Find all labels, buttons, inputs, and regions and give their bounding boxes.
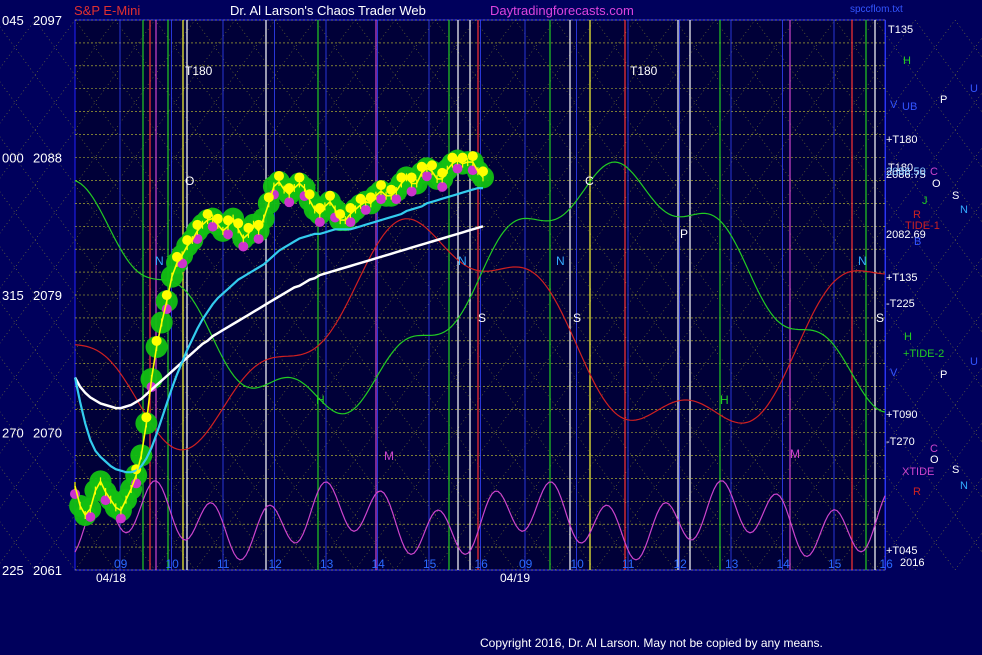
cycle-label: N (155, 254, 164, 268)
right-cycle-label: O (930, 454, 939, 466)
right-cycle-label: XTIDE (902, 466, 934, 478)
cycle-label: T180 (185, 64, 213, 78)
cycle-label: O (185, 174, 194, 188)
low-marker-dot (238, 241, 249, 252)
y-tick-price: 2079 (33, 288, 62, 303)
x-hour-label: 09 (519, 557, 533, 571)
right-cycle-label: +T090 (886, 409, 918, 421)
x-hour-label: 15 (423, 557, 437, 571)
chart-canvas: T180 T180O CPN N N NS S SH HM M S&P E-Mini Dr. Al… (0, 0, 982, 650)
right-cycle-label: -T270 (886, 436, 915, 448)
y-tick-code: 000 (2, 151, 24, 166)
cycle-label: N (556, 254, 565, 268)
right-cycle-label: U (970, 356, 978, 368)
y-tick-code: 315 (2, 288, 24, 303)
low-marker-dot (360, 204, 371, 215)
low-marker-dot (437, 181, 448, 192)
y-tick-price: 2061 (33, 563, 62, 578)
y-tick-price: 2070 (33, 426, 62, 441)
x-hour-label: 13 (725, 557, 739, 571)
low-marker-dot (391, 194, 402, 205)
cycle-label: C (585, 174, 594, 188)
cycle-label: H (316, 393, 325, 407)
low-marker-dot (192, 233, 203, 244)
x-hour-label: 10 (571, 557, 585, 571)
copyright-notice: Copyright 2016, Dr. Al Larson. May not b… (480, 636, 823, 650)
cycle-label: N (858, 254, 867, 268)
x-hour-label: 12 (269, 557, 283, 571)
right-cycle-label: +T045 (886, 545, 918, 557)
low-marker-dot (406, 186, 417, 197)
x-hour-label: 16 (880, 557, 894, 571)
right-cycle-label: S (952, 464, 959, 476)
cycle-label: H (720, 393, 729, 407)
x-hour-label: 11 (217, 557, 230, 571)
right-cycle-label: S (952, 190, 959, 202)
right-cycle-label: C (930, 166, 938, 178)
right-cycle-label: -T225 (886, 298, 915, 310)
y-tick-code: 270 (2, 426, 24, 441)
chart-window: T180 T180 O C P N N N N S S S H H M M S&P E-Mini Dr. Al… (0, 0, 982, 650)
right-cycle-label: P (940, 369, 947, 381)
low-marker-dot (421, 171, 432, 182)
low-marker-dot (452, 163, 463, 174)
right-cycle-label: +T180 (886, 134, 918, 146)
cycle-label: P (680, 227, 688, 241)
site-link[interactable]: Daytradingforecasts.com (490, 3, 634, 18)
x-date-label: 04/18 (96, 571, 126, 585)
right-cycle-label: N (960, 204, 968, 216)
right-cycle-label: +T135 (886, 272, 918, 284)
x-hour-label: 10 (166, 557, 180, 571)
cycle-label: S (478, 311, 486, 325)
right-cycle-label: N (960, 480, 968, 492)
x-hour-label: 09 (114, 557, 128, 571)
cycle-label: N (458, 254, 467, 268)
x-hour-label: 13 (320, 557, 334, 571)
right-cycle-label: O (932, 178, 941, 190)
y-tick-code: 225 (2, 563, 24, 578)
x-date-label: 04/19 (500, 571, 530, 585)
cycle-label: S (573, 311, 581, 325)
x-hour-label: 12 (674, 557, 688, 571)
right-cycle-label: 2086.50 (886, 166, 926, 178)
cycle-label: M (790, 447, 800, 461)
right-cycle-label: T135 (888, 24, 913, 36)
right-cycle-label: P (940, 94, 947, 106)
cycle-label: S (876, 311, 884, 325)
instrument-label: S&P E-Mini (74, 3, 140, 18)
low-marker-dot (467, 165, 478, 176)
low-marker-dot (115, 513, 126, 524)
x-hour-label: 15 (828, 557, 842, 571)
right-cycle-label: H (903, 55, 911, 67)
low-marker-dot (284, 197, 295, 208)
chart-title: Dr. Al Larson's Chaos Trader Web (230, 3, 426, 18)
right-cycle-label: U (970, 83, 978, 95)
x-hour-label: 14 (777, 557, 791, 571)
right-cycle-label: +TIDE-2 (903, 348, 944, 360)
y-tick-price: 2088 (33, 151, 62, 166)
x-hour-label: 16 (475, 557, 489, 571)
cycle-label: T180 (630, 64, 658, 78)
cycle-label: M (384, 449, 394, 463)
low-marker-dot (314, 217, 325, 228)
low-marker-dot (253, 233, 264, 244)
right-cycle-label: 2016 (900, 557, 924, 569)
low-marker-dot (223, 229, 233, 240)
right-cycle-label: V (890, 367, 898, 379)
y-tick-price: 2097 (33, 13, 62, 28)
right-cycle-label: V (890, 99, 898, 111)
x-hour-label: 14 (372, 557, 386, 571)
right-cycle-label: J (922, 195, 928, 207)
right-cycle-label: R (913, 486, 921, 498)
right-cycle-label: B (914, 236, 921, 248)
right-cycle-label: H (904, 331, 912, 343)
file-label: spccflom.txt (850, 4, 903, 15)
y-tick-code: 045 (2, 13, 24, 28)
x-hour-label: 11 (622, 557, 635, 571)
low-marker-dot (376, 194, 386, 205)
right-cycle-label: UB (902, 101, 917, 113)
